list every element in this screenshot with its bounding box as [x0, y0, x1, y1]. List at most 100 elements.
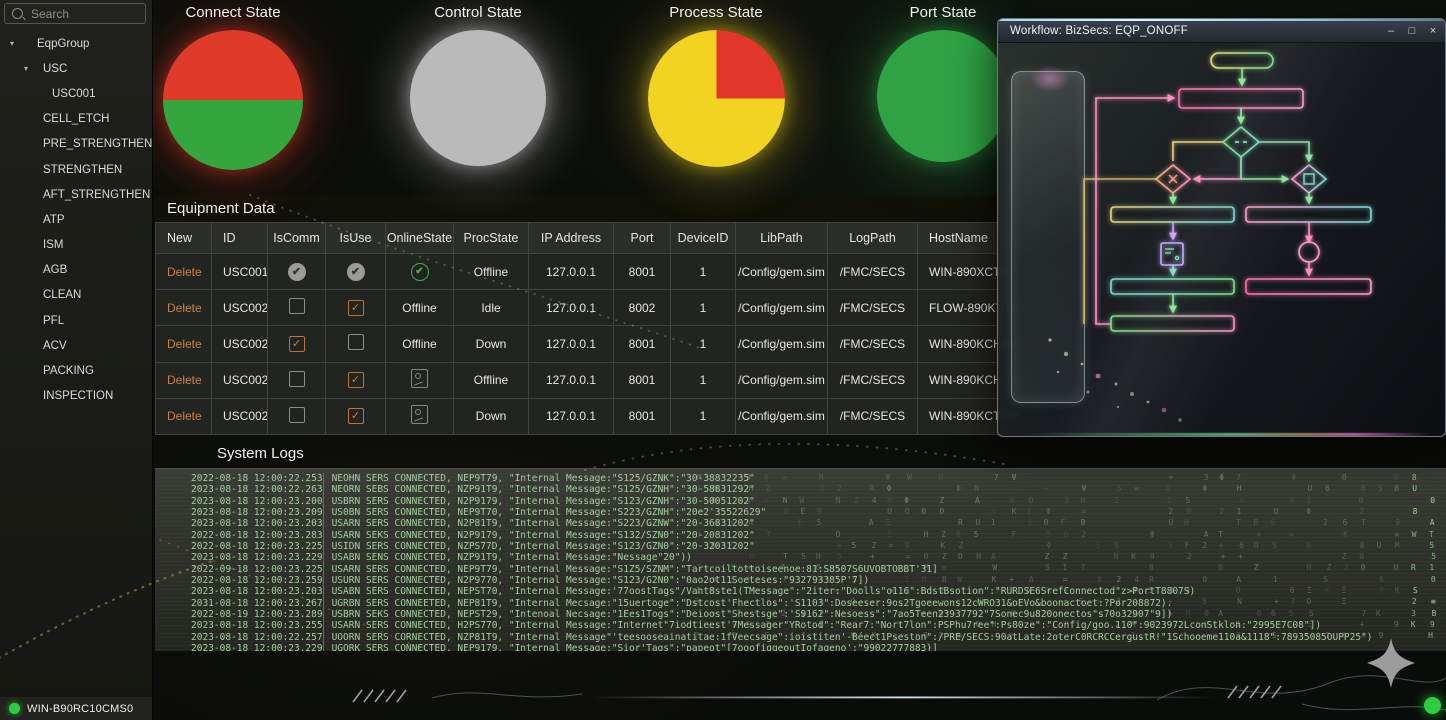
- tree-item-ism[interactable]: ISM: [0, 233, 152, 258]
- checkbox-checked[interactable]: ✓: [348, 300, 364, 316]
- table-cell: /FMC/SECS: [828, 362, 918, 398]
- log-message: UGORK SERS CONNECTED, NEP9179, "Internal…: [332, 643, 938, 651]
- table-cell: 8001: [614, 398, 671, 434]
- close-icon[interactable]: ×: [1427, 25, 1439, 37]
- host-name-label: WIN-B90RC10CMS0: [27, 703, 133, 715]
- table-cell: /FMC/SECS: [828, 290, 918, 326]
- delete-row-button[interactable]: Delete: [167, 265, 202, 279]
- task-node-right-2[interactable]: [1246, 279, 1371, 294]
- checkbox-unchecked[interactable]: [289, 371, 305, 387]
- tree-item-label: AGB: [0, 264, 67, 276]
- bottom-decoration: [152, 648, 1446, 720]
- delete-row-button[interactable]: Delete: [167, 337, 202, 351]
- tree-item-usc[interactable]: ▾USC: [0, 56, 152, 81]
- tree-item-label: INSPECTION: [0, 390, 113, 402]
- column-header: DeviceID: [671, 223, 736, 254]
- tree-item-packing[interactable]: PACKING: [0, 358, 152, 383]
- log-line: 2022-08-18 12:00:23.225USIDN SERS CONNEC…: [155, 541, 1446, 552]
- task-node-right-1[interactable]: [1246, 207, 1371, 222]
- checkbox-unchecked[interactable]: [348, 334, 364, 350]
- search-icon: [12, 8, 23, 19]
- log-line: 2022-08-18 12:00:23.283USARN SEKS CONNEC…: [155, 530, 1446, 541]
- checkbox-unchecked[interactable]: [289, 298, 305, 314]
- new-row-button[interactable]: New: [156, 223, 212, 254]
- tree-item-label: PACKING: [0, 365, 94, 377]
- tree-item-aft_strengthen[interactable]: AFT_STRENGTHEN: [0, 182, 152, 207]
- tree-item-inspection[interactable]: INSPECTION: [0, 384, 152, 409]
- search-box[interactable]: [4, 3, 146, 24]
- subprocess-node[interactable]: [1161, 243, 1183, 265]
- check-circle-icon: ✔: [288, 263, 306, 281]
- maximize-icon[interactable]: □: [1406, 25, 1418, 37]
- system-logs-title: System Logs: [155, 440, 1446, 467]
- tree-item-atp[interactable]: ATP: [0, 207, 152, 232]
- pie-graphic: [877, 30, 1009, 162]
- tree-item-label: USC: [0, 63, 67, 75]
- log-message: USABN SERS CONNECTED, NEPST70, "Internal…: [332, 586, 1196, 597]
- window-controls: –□ ×: [1385, 19, 1439, 42]
- minimize-icon[interactable]: –: [1385, 25, 1397, 37]
- gateway-square-node[interactable]: [1292, 165, 1326, 193]
- tree-item-pre_strengthen[interactable]: PRE_STRENGTHEN: [0, 132, 152, 157]
- task-node-1[interactable]: [1179, 89, 1303, 108]
- tree-expand-icon[interactable]: ▾: [10, 39, 14, 48]
- log-line: 2023-08-18 12:00:23.203USARN SERS CONNEC…: [155, 518, 1446, 529]
- log-timestamp: 2023-08-18 12:00:23.203: [155, 518, 323, 529]
- task-node-left-1[interactable]: [1111, 207, 1234, 222]
- checkbox-unchecked[interactable]: [289, 407, 305, 423]
- file-state-icon: [411, 405, 428, 424]
- log-line: 2022-08-19 12:00:23.289USBRN SEKS CONNEC…: [155, 609, 1446, 620]
- tree-item-eqpgroup[interactable]: ▾EqpGroup: [0, 31, 152, 56]
- delete-row-button[interactable]: Delete: [167, 409, 202, 423]
- task-node-left-3[interactable]: [1111, 316, 1234, 331]
- table-cell: /FMC/SECS: [828, 326, 918, 362]
- connection-status-icon: [9, 703, 20, 714]
- checkbox-checked[interactable]: ✓: [289, 336, 305, 352]
- table-cell: 1: [671, 326, 736, 362]
- tree-expand-icon[interactable]: ▾: [24, 64, 28, 73]
- log-message: USARN SERS CONNECTED, H2PS770, "Internal…: [332, 620, 1321, 631]
- tree-item-cell_etch[interactable]: CELL_ETCH: [0, 107, 152, 132]
- decision-node[interactable]: [1223, 127, 1259, 157]
- delete-row-button[interactable]: Delete: [167, 373, 202, 387]
- online-state-cell: [386, 398, 454, 434]
- file-state-icon: [411, 369, 428, 388]
- tree-item-pfl[interactable]: PFL: [0, 308, 152, 333]
- table-cell: USC002: [212, 398, 268, 434]
- log-separator: [323, 609, 324, 620]
- tree-item-label: ATP: [0, 214, 65, 226]
- tree-item-usc001[interactable]: USC001: [0, 81, 152, 106]
- log-timestamp: 2022-08-18 12:00:22.253: [155, 473, 323, 484]
- event-circle-node[interactable]: [1299, 242, 1319, 262]
- window-sparkle-particles: [1048, 338, 1181, 421]
- tree-item-agb[interactable]: AGB: [0, 258, 152, 283]
- log-separator: [323, 473, 324, 484]
- log-line: 2022-09-18 12:00:23.225USARN SERS CONNEC…: [155, 564, 1446, 575]
- table-cell: 127.0.0.1: [529, 398, 614, 434]
- column-header: IsUse: [326, 223, 386, 254]
- tree-item-strengthen[interactable]: STRENGTHEN: [0, 157, 152, 182]
- checkbox-checked[interactable]: ✓: [348, 408, 364, 424]
- system-logs-panel: System Logs 2022-08-18 12:00:22.253NEOHN…: [155, 440, 1446, 651]
- tree-item-acv[interactable]: ACV: [0, 333, 152, 358]
- task-node-left-2[interactable]: [1111, 279, 1234, 294]
- search-input[interactable]: [29, 6, 133, 22]
- statusbar: WIN-B90RC10CMS0: [0, 697, 152, 720]
- table-cell: /FMC/SECS: [828, 398, 918, 434]
- log-console[interactable]: 2022-08-18 12:00:22.253NEOHN SERS CONNEC…: [155, 468, 1446, 651]
- tree-item-clean[interactable]: CLEAN: [0, 283, 152, 308]
- log-message: USURN SERS CONNECTED, N2P9770, "Internal…: [332, 575, 870, 586]
- tree-item-label: ISM: [0, 239, 63, 251]
- log-timestamp: 2022-09-18 12:00:23.225: [155, 564, 323, 575]
- start-node[interactable]: [1211, 53, 1273, 68]
- log-separator: [323, 507, 324, 518]
- log-line: 2031-08-18 12:00:23.267UGRBN SERS CONNEE…: [155, 598, 1446, 609]
- checkbox-checked[interactable]: ✓: [348, 372, 364, 388]
- workflow-titlebar[interactable]: Workflow: BizSecs: EQP_ONOFF –□×: [998, 19, 1445, 43]
- table-cell: 127.0.0.1: [529, 254, 614, 290]
- log-timestamp: 2023-08-18 12:00:22.257: [155, 632, 323, 643]
- delete-row-button[interactable]: Delete: [167, 301, 202, 315]
- column-header: Port: [614, 223, 671, 254]
- table-cell: 1: [671, 290, 736, 326]
- tree-item-label: AFT_STRENGTHEN: [0, 189, 150, 201]
